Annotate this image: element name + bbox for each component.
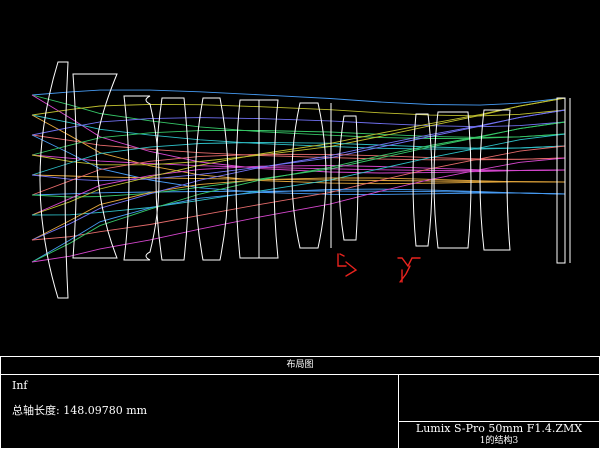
traced-ray — [31, 154, 566, 172]
field-setting: Inf — [12, 379, 28, 392]
traced-ray — [31, 177, 566, 241]
moving-group-bracket-2 — [397, 257, 421, 283]
total-axial-length: 总轴长度: 148.09780 mm — [12, 402, 147, 418]
axis-length-value: 148.09780 mm — [63, 404, 148, 417]
lens-element-7 — [291, 102, 327, 249]
traced-ray — [31, 89, 566, 106]
ray-fan — [31, 89, 566, 263]
lens-file-name: Lumix S-Pro 50mm F1.4.ZMX — [415, 422, 583, 435]
panel-title: 布局图 — [1, 357, 599, 375]
focus-group-annotations — [337, 253, 421, 283]
moving-group-bracket-1 — [337, 253, 358, 277]
lens-element-11 — [479, 109, 511, 251]
traced-ray — [31, 109, 566, 241]
layout-info-panel: 布局图 Inf 总轴长度: 148.09780 mm Lumix S-Pro 5… — [0, 356, 600, 449]
traced-ray — [31, 117, 566, 136]
lens-element-1 — [39, 61, 69, 299]
traced-ray — [31, 188, 566, 263]
traced-ray — [31, 94, 566, 139]
traced-ray — [31, 153, 566, 196]
configuration-label: 1的结构3 — [479, 436, 519, 446]
lens-layout-diagram — [31, 61, 571, 299]
axis-length-label: 总轴长度: — [12, 404, 60, 417]
